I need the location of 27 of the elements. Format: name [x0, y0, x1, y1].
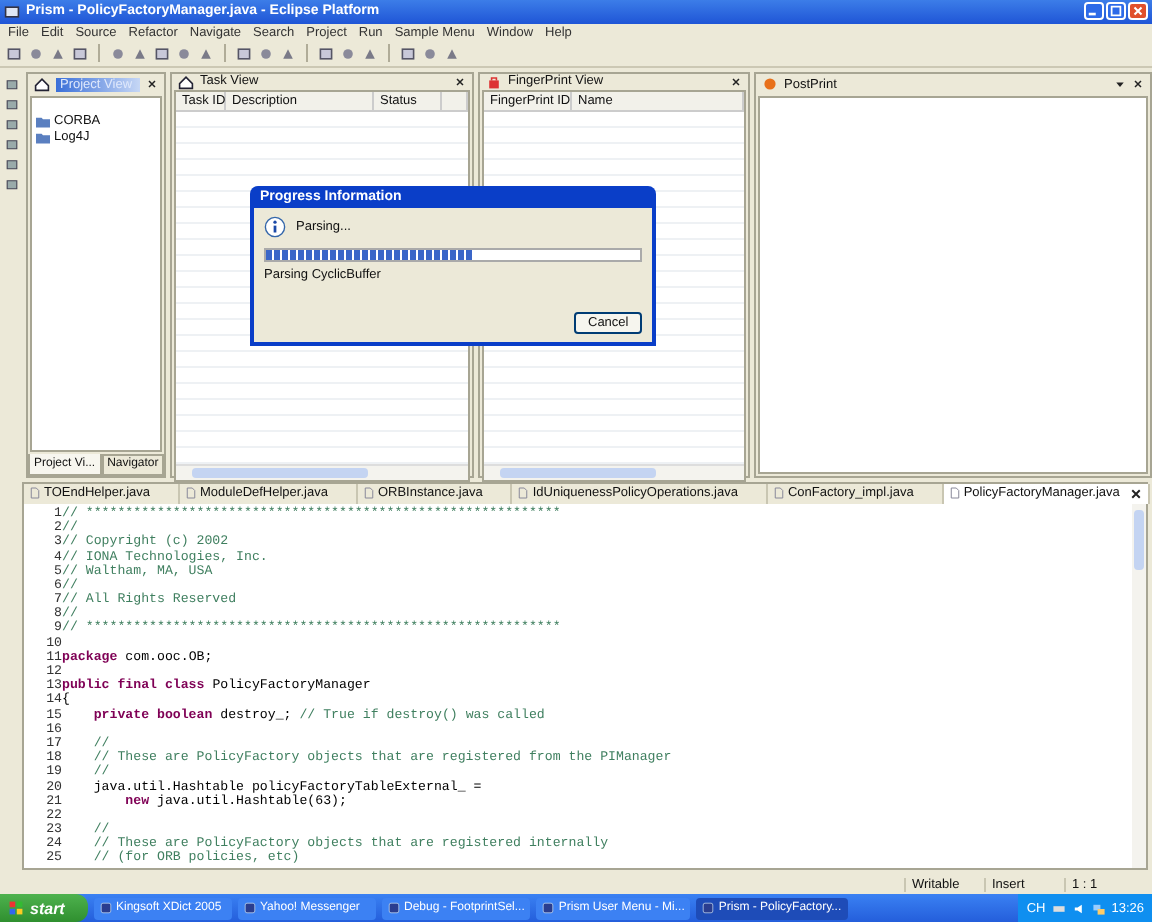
- close-icon: [1130, 4, 1146, 19]
- file-icon: [30, 486, 40, 501]
- file-icon: [363, 486, 374, 501]
- close-icon[interactable]: [1129, 487, 1142, 500]
- speaker-icon[interactable]: [1071, 901, 1086, 916]
- file-icon: [949, 486, 960, 501]
- app-icon: [702, 902, 715, 915]
- close-icon[interactable]: [1132, 78, 1144, 91]
- close-icon[interactable]: [730, 75, 742, 88]
- file-icon: [186, 486, 196, 501]
- flag-icon: [8, 900, 24, 917]
- close-button[interactable]: [1128, 2, 1148, 21]
- maximize-button[interactable]: [1106, 2, 1126, 21]
- app-icon: [542, 902, 555, 915]
- info-icon: [264, 216, 286, 238]
- close-icon[interactable]: [454, 75, 466, 88]
- close-icon[interactable]: [146, 78, 158, 91]
- vertical-scrollbar[interactable]: [1132, 503, 1146, 869]
- app-icon: [244, 902, 256, 915]
- dropdown-icon[interactable]: [1114, 78, 1126, 91]
- app-icon: [388, 902, 400, 915]
- lock-icon: [486, 73, 502, 90]
- file-icon: [773, 486, 784, 501]
- file-icon: [518, 486, 529, 501]
- app-icon: [100, 902, 112, 915]
- maximize-icon: [1108, 4, 1124, 19]
- minimize-button[interactable]: [1084, 2, 1104, 21]
